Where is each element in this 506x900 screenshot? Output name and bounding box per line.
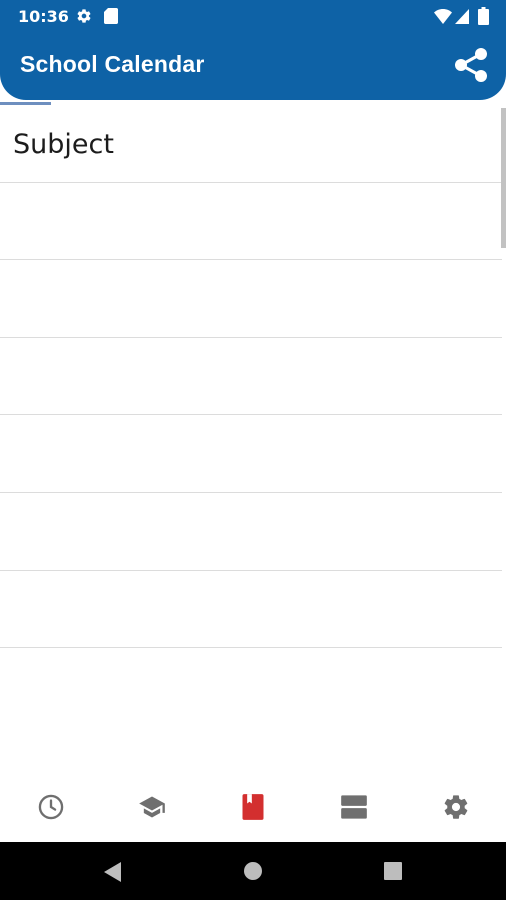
list-item[interactable] <box>0 183 502 261</box>
list-item[interactable] <box>0 415 502 493</box>
list-item[interactable]: Subject <box>0 105 502 183</box>
battery-icon <box>478 7 489 25</box>
nav-item-grades[interactable] <box>137 792 167 822</box>
settings-gear-icon <box>444 795 468 819</box>
view-agenda-icon <box>341 795 367 819</box>
sd-card-icon <box>104 8 118 24</box>
wifi-icon <box>434 9 452 24</box>
recents-icon[interactable] <box>384 862 402 880</box>
status-bar: 10:36 <box>0 0 506 32</box>
graduation-cap-icon <box>139 796 165 818</box>
list-item[interactable] <box>0 260 502 338</box>
list-item-label: Subject <box>13 129 114 160</box>
page-title: School Calendar <box>20 51 205 77</box>
system-navigation-bar <box>0 842 506 900</box>
home-icon[interactable] <box>243 861 263 881</box>
list-item[interactable] <box>0 338 502 416</box>
signal-icon <box>455 9 469 24</box>
scrollbar[interactable] <box>501 108 506 248</box>
nav-item-settings[interactable] <box>441 792 471 822</box>
app-bar: 10:36 School Calendar <box>0 0 506 100</box>
status-time: 10:36 <box>18 7 69 26</box>
subject-list: Subject <box>0 105 502 726</box>
nav-item-schedule[interactable] <box>36 792 66 822</box>
list-item[interactable] <box>0 493 502 571</box>
nav-item-agenda[interactable] <box>339 792 369 822</box>
bottom-navigation <box>0 772 506 842</box>
back-icon[interactable] <box>102 861 122 883</box>
clock-icon <box>38 794 64 820</box>
nav-item-subjects[interactable] <box>238 792 268 822</box>
share-icon[interactable] <box>452 46 490 84</box>
list-item[interactable] <box>0 648 502 726</box>
list-item[interactable] <box>0 571 502 649</box>
book-icon <box>242 794 264 820</box>
gear-icon <box>77 9 91 23</box>
